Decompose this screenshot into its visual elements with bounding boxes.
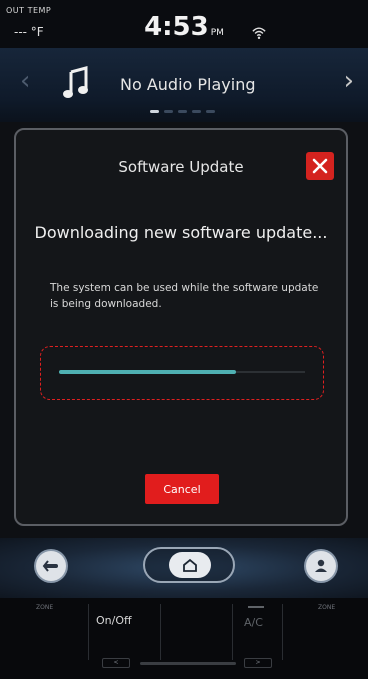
wifi-icon: [252, 27, 266, 40]
audio-bar[interactable]: ‹ No Audio Playing ›: [0, 48, 368, 122]
close-icon[interactable]: [312, 158, 328, 174]
cancel-button[interactable]: Cancel: [145, 474, 219, 504]
climate-divider: [160, 604, 161, 660]
download-progress-fill: [59, 370, 237, 374]
climate-control-bar: ZONE On/Off A/C ZONE < >: [0, 598, 368, 679]
climate-divider: [88, 604, 89, 660]
audio-prev-arrow-icon[interactable]: ‹: [20, 66, 30, 96]
dialog-heading: Downloading new software update...: [34, 223, 328, 242]
progress-highlight-frame: [40, 346, 324, 400]
audio-next-arrow-icon[interactable]: ›: [344, 66, 354, 96]
page-dot: [178, 110, 187, 113]
climate-divider: [282, 604, 283, 660]
bottom-nav-bar: [0, 538, 368, 598]
home-icon[interactable]: [182, 557, 198, 573]
left-nav-button[interactable]: [36, 551, 66, 581]
status-bar: OUT TEMP --- °F 4:53 PM: [0, 0, 368, 48]
climate-onoff-button[interactable]: On/Off: [96, 614, 132, 627]
dialog-title: Software Update: [118, 158, 244, 176]
profile-icon[interactable]: [312, 557, 330, 575]
clock: 4:53 PM: [0, 12, 368, 42]
fan-decrease-button[interactable]: <: [102, 658, 130, 668]
page-dot: [192, 110, 201, 113]
music-note-icon: [63, 66, 88, 98]
software-update-dialog: Software Update Downloading new software…: [14, 128, 348, 526]
fan-speed-track[interactable]: [140, 662, 236, 665]
fan-increase-button[interactable]: >: [244, 658, 272, 668]
clock-suffix: PM: [210, 28, 224, 38]
page-dot: [206, 110, 215, 113]
profile-button[interactable]: [306, 551, 336, 581]
home-button[interactable]: [143, 547, 235, 583]
page-dot: [164, 110, 173, 113]
home-button-inner[interactable]: [169, 552, 211, 578]
page-dot: [150, 110, 159, 113]
ac-button[interactable]: A/C: [244, 616, 263, 629]
audio-source-label[interactable]: No Audio Playing: [120, 75, 256, 94]
dialog-message: The system can be used while the softwar…: [50, 282, 319, 310]
climate-zone-label-left: ZONE: [36, 604, 54, 611]
climate-divider: [232, 604, 233, 660]
audio-page-indicator: [150, 110, 215, 113]
left-nav-icon[interactable]: [42, 557, 60, 575]
download-progress-bar: [59, 370, 305, 374]
clock-time: 4:53: [144, 12, 209, 42]
climate-zone-label-right: ZONE: [318, 604, 336, 611]
close-button[interactable]: [306, 152, 334, 180]
ac-indicator-line: [248, 606, 264, 608]
